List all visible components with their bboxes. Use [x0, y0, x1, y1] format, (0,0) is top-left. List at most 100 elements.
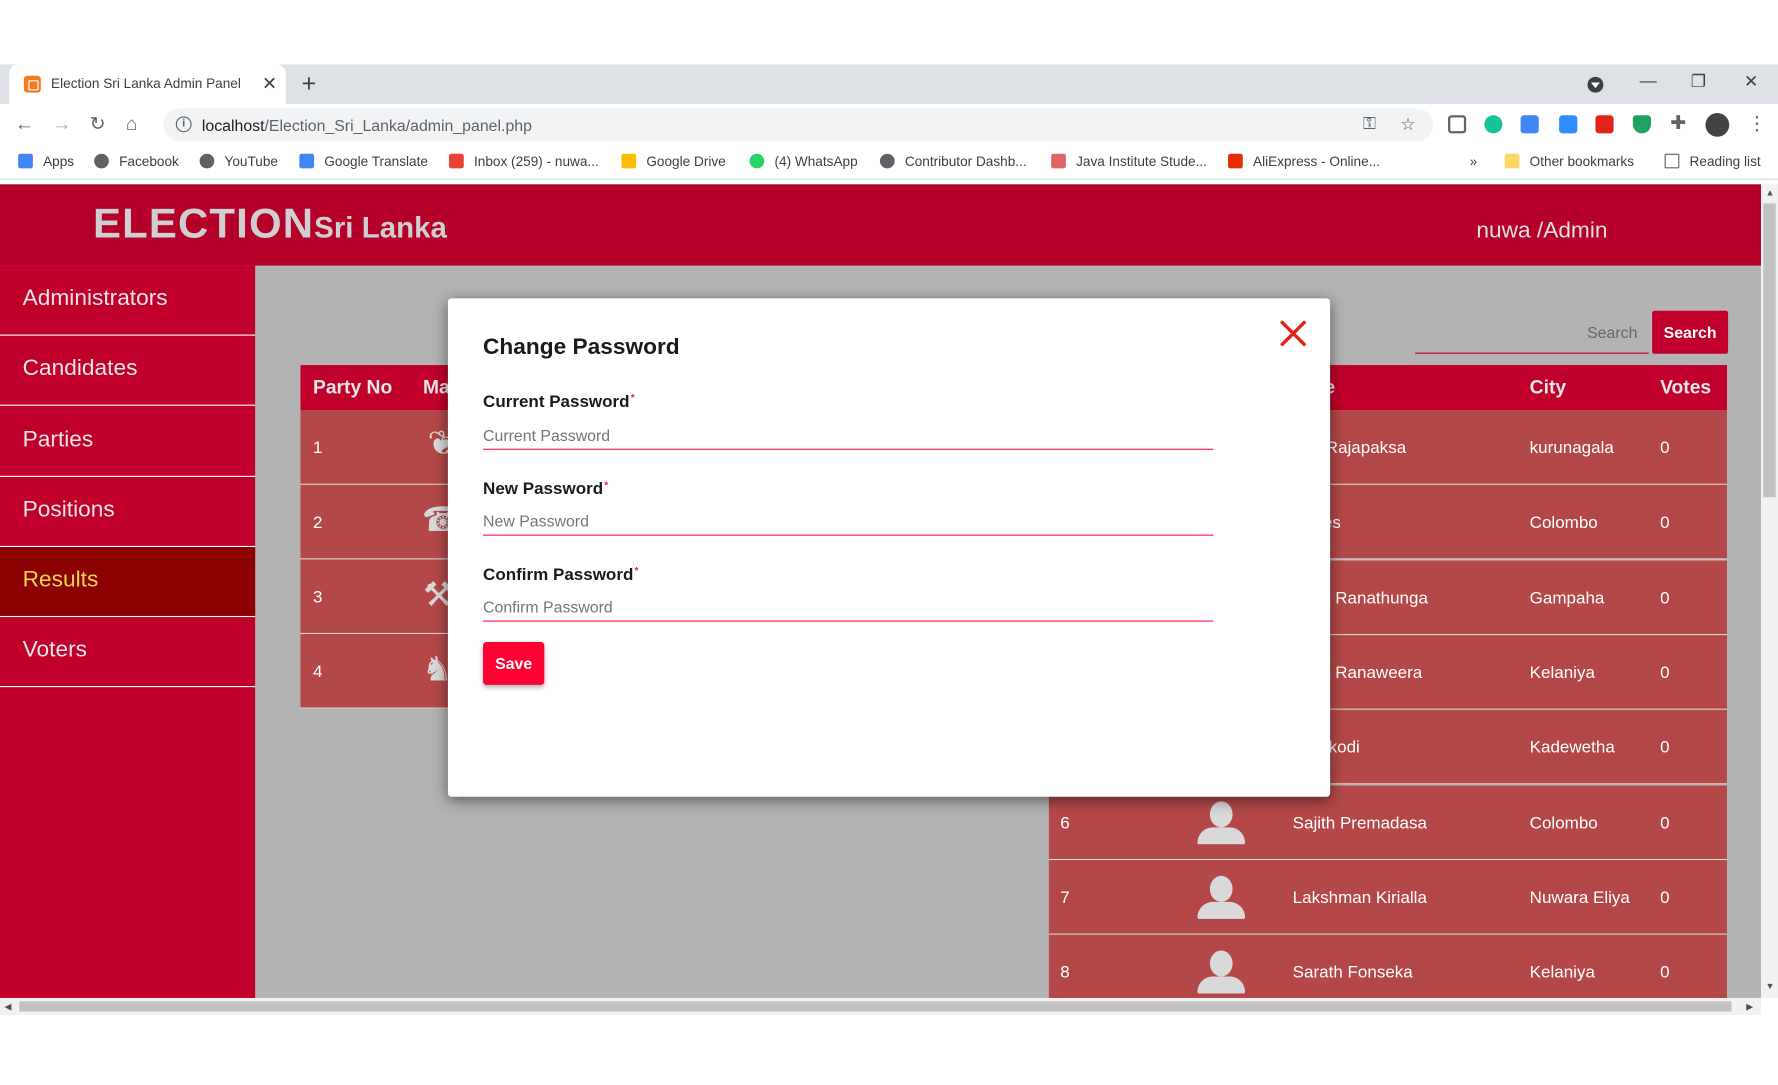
candidate-name: Sajith Premadasa [1292, 813, 1427, 833]
new-password-field[interactable] [483, 506, 1214, 536]
bookmark-youtube[interactable]: YouTube [199, 153, 278, 170]
grammarly-icon[interactable] [1484, 115, 1503, 134]
tab-title: Election Sri Lanka Admin Panel [51, 75, 241, 92]
candidate-no: 8 [1060, 963, 1070, 983]
candidate-votes: 0 [1660, 813, 1670, 833]
sidebar-item-positions[interactable]: Positions [0, 477, 256, 548]
table-row[interactable]: 7 Lakshman Kirialla Nuwara Eliya 0 [1048, 859, 1727, 935]
url-text[interactable]: localhost/Election_Sri_Lanka/admin_panel… [202, 116, 532, 134]
back-icon[interactable]: ← [15, 113, 34, 136]
candidate-city: kurunagala [1529, 438, 1614, 458]
bookmark-whatsapp[interactable]: (4) WhatsApp [749, 153, 858, 170]
minimize-icon[interactable]: — [1640, 71, 1657, 90]
vertical-scroll-thumb[interactable] [1763, 203, 1776, 498]
bookmarks-overflow[interactable]: » [1470, 154, 1478, 170]
browser-tab[interactable]: Election Sri Lanka Admin Panel ✕ [9, 64, 286, 104]
globe-icon [879, 153, 895, 169]
tab-search-icon[interactable] [1587, 76, 1604, 93]
sidebar-item-administrators[interactable]: Administrators [0, 266, 256, 336]
bookmark-apps[interactable]: Apps [18, 153, 75, 170]
reader-extension-icon[interactable] [1448, 115, 1467, 134]
reading-list[interactable]: Reading list [1664, 153, 1761, 170]
candidate-no: 7 [1060, 888, 1070, 908]
key-icon[interactable]: ⚿ [1363, 114, 1376, 133]
avatar-body [1197, 826, 1246, 844]
party-no: 3 [312, 587, 323, 607]
restore-icon[interactable]: ❐ [1691, 71, 1706, 91]
sidebar-item-label: Administrators [22, 285, 168, 311]
save-button[interactable]: Save [483, 641, 545, 685]
translate-extension-icon[interactable] [1520, 115, 1539, 134]
confirm-password-field[interactable] [483, 592, 1214, 622]
required-mark: * [634, 565, 639, 577]
candidate-votes: 0 [1660, 963, 1670, 983]
required-mark: * [630, 392, 635, 404]
tab-close-icon[interactable]: ✕ [262, 72, 277, 95]
table-row[interactable]: 8 Sarath Fonseka Kelaniya 0 [1048, 934, 1727, 998]
bookmark-contributor[interactable]: Contributor Dashb... [879, 153, 1027, 170]
bookmark-label: Java Institute Stude... [1076, 153, 1207, 170]
close-icon[interactable] [1278, 318, 1310, 350]
sidebar-item-results[interactable]: Results [0, 547, 256, 618]
forward-icon[interactable]: → [52, 113, 71, 136]
reading-list-icon [1664, 153, 1680, 169]
confirm-password-label: Confirm Password* [483, 565, 638, 584]
zoom-icon[interactable] [1559, 115, 1578, 134]
scroll-up-icon[interactable]: ▲ [1766, 188, 1775, 198]
scroll-down-icon[interactable]: ▼ [1766, 981, 1775, 991]
window-close-icon[interactable]: ✕ [1744, 71, 1758, 91]
new-tab-icon[interactable]: + [302, 69, 317, 98]
sidebar-item-candidates[interactable]: Candidates [0, 336, 256, 406]
url-host: localhost [201, 116, 265, 135]
bookmark-label: (4) WhatsApp [774, 153, 858, 170]
bookmark-gmail[interactable]: Inbox (259) - nuwa... [449, 153, 599, 170]
info-icon[interactable]: i [175, 116, 192, 133]
candidate-city: Nuwara Eliya [1529, 888, 1630, 908]
user-label[interactable]: nuwa /Admin [1476, 218, 1607, 244]
star-icon[interactable]: ☆ [1400, 114, 1415, 134]
sidebar-item-voters[interactable]: Voters [0, 617, 256, 688]
bookmark-label: Google Translate [324, 153, 428, 170]
bookmark-label: Other bookmarks [1529, 153, 1635, 170]
horizontal-scroll-thumb[interactable] [19, 1001, 1732, 1012]
vertical-scrollbar[interactable]: ▲ ▼ [1760, 184, 1778, 998]
folder-icon [1504, 153, 1520, 169]
bookmark-java-institute[interactable]: Java Institute Stude... [1051, 153, 1207, 170]
bookmark-google-translate[interactable]: Google Translate [299, 153, 428, 170]
aliexpress-icon [1228, 153, 1243, 169]
current-password-field[interactable] [483, 420, 1214, 450]
bookmark-label: YouTube [224, 153, 278, 170]
avatar-head [1209, 875, 1233, 902]
bookmark-other[interactable]: Other bookmarks [1504, 153, 1635, 170]
shield-extension-icon[interactable] [1632, 115, 1652, 134]
field-label-text: New Password [483, 479, 604, 499]
home-icon[interactable]: ⌂ [126, 113, 138, 136]
horizontal-scrollbar[interactable]: ◀ ▶ [0, 997, 1761, 1015]
site-logo[interactable]: ELECTIONSri Lanka [93, 200, 447, 247]
column-header: Party No [312, 376, 393, 398]
pdf-icon[interactable] [1595, 115, 1614, 134]
candidate-votes: 0 [1660, 438, 1670, 458]
candidate-city: Kelaniya [1529, 963, 1595, 983]
candidate-city: Colombo [1529, 813, 1598, 833]
scroll-right-icon[interactable]: ▶ [1746, 1001, 1753, 1011]
search-placeholder: Search [1587, 323, 1638, 342]
extensions-puzzle-icon[interactable]: ✚ [1670, 112, 1686, 135]
sidebar-item-parties[interactable]: Parties [0, 407, 256, 477]
search-input[interactable]: Search [1415, 311, 1649, 354]
new-password-label: New Password* [483, 479, 608, 498]
address-bar[interactable]: i localhost/Election_Sri_Lanka/admin_pan… [163, 108, 1434, 142]
tab-strip: Election Sri Lanka Admin Panel ✕ + — ❐ ✕ [0, 64, 1778, 104]
reload-icon[interactable]: ↻ [90, 113, 106, 136]
bookmark-facebook[interactable]: Facebook [94, 153, 179, 170]
bookmark-label: Apps [43, 153, 75, 170]
menu-icon[interactable]: ⋮ [1747, 113, 1766, 136]
profile-avatar[interactable] [1705, 113, 1730, 137]
search-button[interactable]: Search [1652, 310, 1729, 354]
candidate-city: Gampaha [1529, 588, 1605, 608]
bookmark-aliexpress[interactable]: AliExpress - Online... [1228, 153, 1380, 170]
scroll-left-icon[interactable]: ◀ [5, 1001, 12, 1011]
avatar-body [1197, 976, 1246, 994]
bookmark-google-drive[interactable]: Google Drive [621, 153, 726, 170]
browser-toolbar: ← → ↻ ⌂ i localhost/Election_Sri_Lanka/a… [0, 103, 1778, 146]
